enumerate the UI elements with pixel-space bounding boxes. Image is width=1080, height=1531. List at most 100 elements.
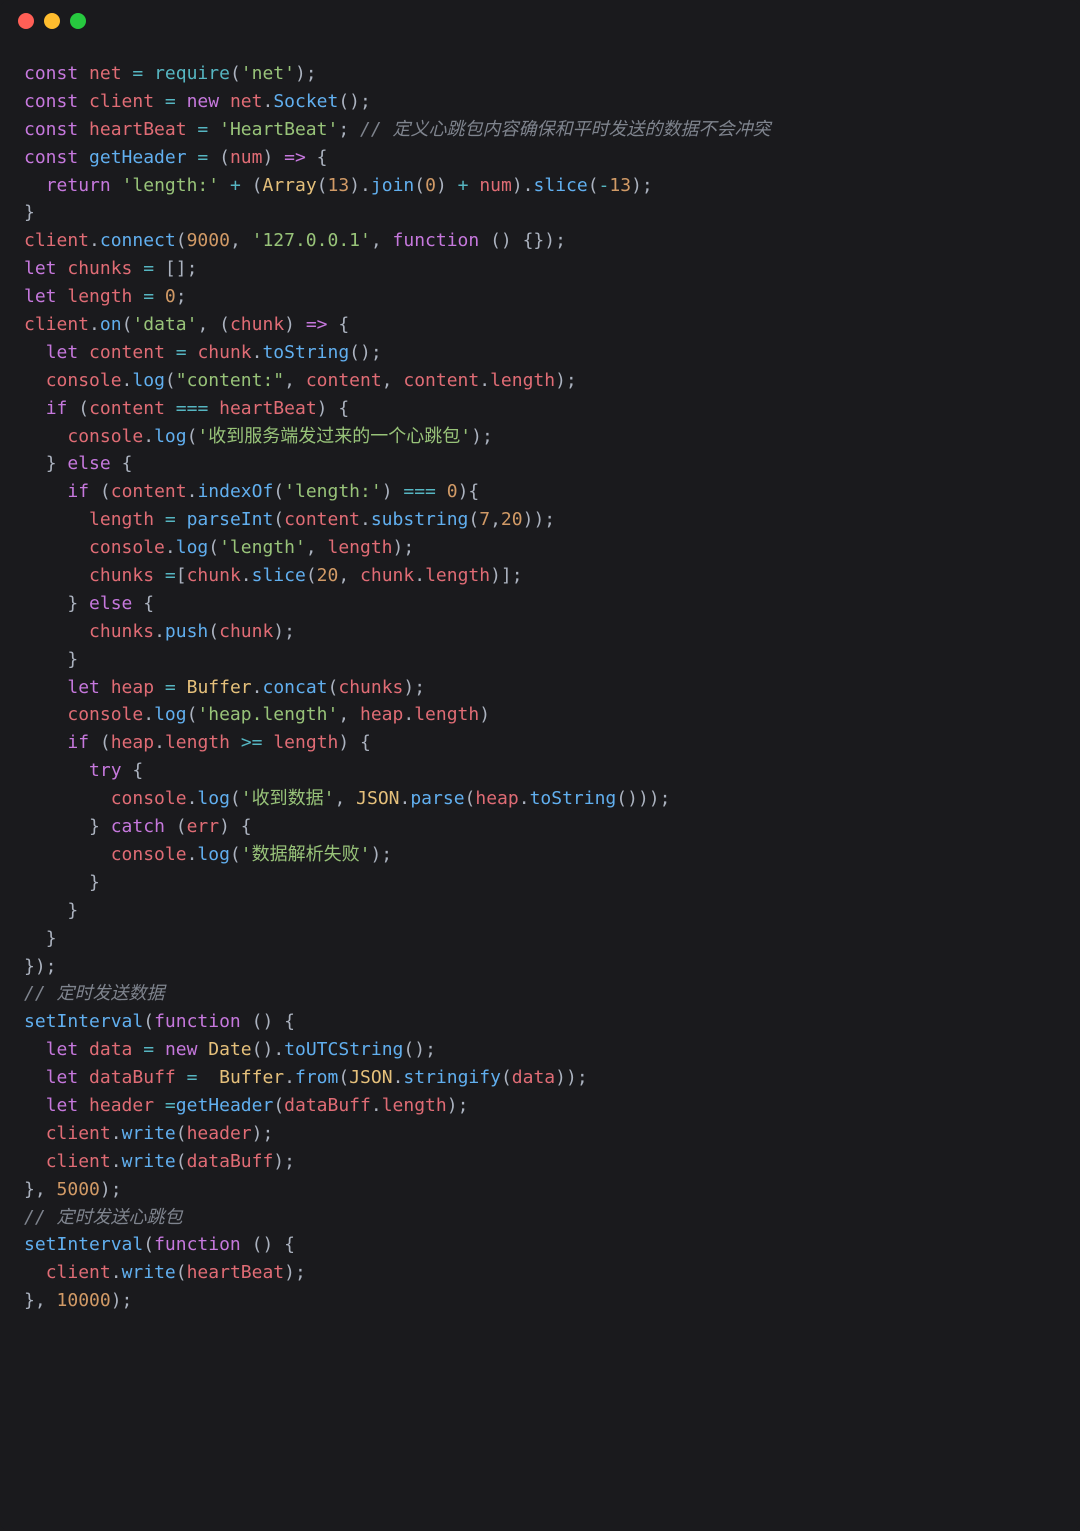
str-length: 'length:' xyxy=(284,481,382,502)
punc: . xyxy=(241,565,252,586)
punc: }, xyxy=(24,1179,57,1200)
punc: ())); xyxy=(616,788,670,809)
str-heaplength: 'heap.length' xyxy=(197,704,338,725)
kw-let: let xyxy=(46,1095,79,1116)
kw-function: function xyxy=(154,1011,241,1032)
punc: , xyxy=(382,370,393,391)
punc: ) { xyxy=(338,732,371,753)
punc: ) xyxy=(479,704,490,725)
num-13: 13 xyxy=(328,175,350,196)
punc: ) xyxy=(436,175,458,196)
fn-require: require xyxy=(154,63,230,84)
punc: (); xyxy=(349,342,382,363)
punc: , xyxy=(284,370,295,391)
kw-else: else xyxy=(67,453,110,474)
punc: ) xyxy=(262,147,284,168)
num-9000: 9000 xyxy=(187,230,230,251)
var-console: console xyxy=(89,537,165,558)
punc: () {}); xyxy=(479,230,566,251)
op-eq: = xyxy=(143,258,154,279)
num-10000: 10000 xyxy=(57,1290,111,1311)
op-neg: - xyxy=(599,175,610,196)
window-titlebar xyxy=(0,0,1080,42)
punc: ( xyxy=(143,1011,154,1032)
obj-buffer: Buffer xyxy=(219,1067,284,1088)
op-plus: + xyxy=(230,175,241,196)
punc: } xyxy=(67,900,78,921)
call-log: log xyxy=(132,370,165,391)
punc: , xyxy=(371,230,382,251)
punc: ); xyxy=(555,370,577,391)
arg-content: content xyxy=(403,370,479,391)
op-eq: = xyxy=(143,1039,154,1060)
punc: , xyxy=(338,704,349,725)
op-eq: = xyxy=(187,1067,198,1088)
op-eqeq: === xyxy=(403,481,436,502)
punc: ). xyxy=(349,175,371,196)
str-received: '收到数据' xyxy=(241,788,335,809)
punc: ) xyxy=(284,314,306,335)
punc: ); xyxy=(370,844,392,865)
var-console: console xyxy=(46,370,122,391)
obj-json: JSON xyxy=(349,1067,392,1088)
arg-heartbeat: heartBeat xyxy=(187,1262,285,1283)
punc: ( xyxy=(208,537,219,558)
var-chunks: chunks xyxy=(89,565,154,586)
comment: // 定时发送心跳包 xyxy=(24,1207,183,1228)
punc: ( xyxy=(328,677,339,698)
arg-heap: heap xyxy=(475,788,518,809)
op-eq: = xyxy=(176,342,187,363)
punc: . xyxy=(284,1067,295,1088)
call-connect: connect xyxy=(100,230,176,251)
kw-const: const xyxy=(24,147,78,168)
punc: { xyxy=(132,593,154,614)
kw-new: new xyxy=(165,1039,198,1060)
kw-let: let xyxy=(46,1067,79,1088)
minimize-icon[interactable] xyxy=(44,13,60,29)
punc: ( xyxy=(252,175,263,196)
punc: ; xyxy=(176,286,187,307)
punc: ( xyxy=(176,1262,187,1283)
punc: ( xyxy=(176,1123,187,1144)
punc: []; xyxy=(165,258,198,279)
var-chunks: chunks xyxy=(67,258,132,279)
punc: . xyxy=(262,91,273,112)
arg-chunks: chunks xyxy=(338,677,403,698)
kw-if: if xyxy=(67,732,89,753)
var-getheader: getHeader xyxy=(89,147,187,168)
close-icon[interactable] xyxy=(18,13,34,29)
call-log: log xyxy=(197,788,230,809)
var-console: console xyxy=(67,704,143,725)
punc: ( xyxy=(230,63,241,84)
num-20: 20 xyxy=(317,565,339,586)
punc: ( xyxy=(187,426,198,447)
arg-err: err xyxy=(187,816,220,837)
punc: (); xyxy=(338,91,371,112)
prop-length: length xyxy=(414,704,479,725)
num-13: 13 xyxy=(609,175,631,196)
punc: ( xyxy=(143,1234,154,1255)
punc: . xyxy=(403,704,414,725)
obj-net: net xyxy=(230,91,263,112)
kw-let: let xyxy=(46,342,79,363)
call-parseint: parseInt xyxy=(187,509,274,530)
obj-buffer: Buffer xyxy=(187,677,252,698)
num-7: 7 xyxy=(479,509,490,530)
var-header: header xyxy=(89,1095,154,1116)
punc: ( xyxy=(273,509,284,530)
call-setinterval: setInterval xyxy=(24,1011,143,1032)
punc: . xyxy=(393,1067,404,1088)
arg-num: num xyxy=(479,175,512,196)
punc: , xyxy=(338,565,349,586)
punc: . xyxy=(111,1262,122,1283)
maximize-icon[interactable] xyxy=(70,13,86,29)
var-length: length xyxy=(67,286,132,307)
prop-length: length xyxy=(425,565,490,586)
punc: }); xyxy=(24,956,57,977)
punc: ); xyxy=(252,1123,274,1144)
punc: . xyxy=(414,565,425,586)
punc: . xyxy=(400,788,411,809)
punc: ); xyxy=(111,1290,133,1311)
call-write: write xyxy=(122,1123,176,1144)
punc: ); xyxy=(447,1095,469,1116)
